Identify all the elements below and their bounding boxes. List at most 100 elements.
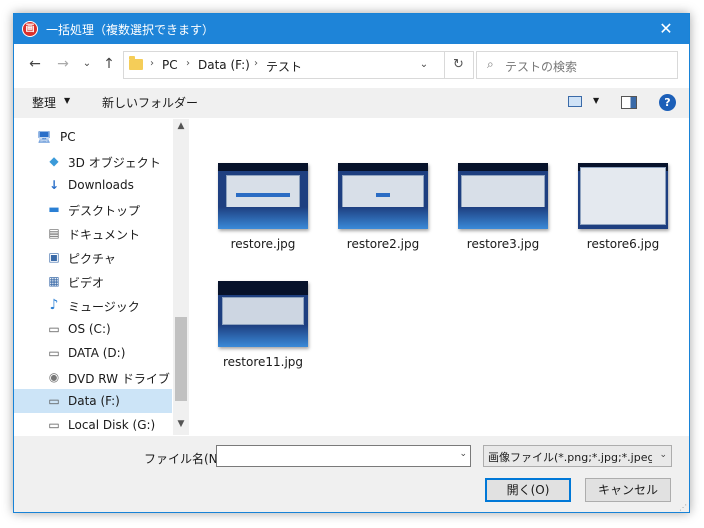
sidebar-item-dvd-e[interactable]: ◉ DVD RW ドライブ (E:) .	[14, 365, 190, 389]
cancel-button[interactable]: キャンセル	[585, 478, 671, 502]
file-open-dialog: 画 一括処理（複数選択できます） ✕ ← → ⌄ ↑ › PC › Data (…	[13, 13, 690, 513]
filename-input[interactable]: ⌄	[216, 445, 471, 467]
file-type-filter-select[interactable]: 画像ファイル(*.png;*.jpg;*.jpeg;*. ⌄	[483, 445, 672, 467]
dvd-drive-icon: ◉	[48, 370, 60, 384]
sidebar-item-videos[interactable]: ▦ ビデオ	[14, 269, 172, 293]
file-name: restore11.jpg	[222, 355, 304, 369]
sidebar-item-downloads[interactable]: ↓ Downloads	[14, 173, 172, 197]
forward-button[interactable]: →	[52, 54, 74, 74]
sidebar-item-desktop[interactable]: ▬ デスクトップ	[14, 197, 172, 221]
sidebar-item-label: ビデオ	[68, 276, 105, 290]
sidebar-item-label: Downloads	[68, 178, 134, 192]
breadcrumb-data-f[interactable]: Data (F:)	[198, 58, 250, 72]
breadcrumb-separator: ›	[186, 58, 190, 69]
view-dropdown-arrow-icon[interactable]: ▼	[593, 96, 599, 105]
3d-objects-icon: ◆	[49, 154, 59, 168]
sidebar-item-pictures[interactable]: ▣ ピクチャ	[14, 245, 172, 269]
sidebar-item-music[interactable]: ♪ ミュージック	[14, 293, 172, 317]
file-item[interactable]: restore6.jpg	[573, 163, 673, 273]
sidebar-item-3d-objects[interactable]: ◆ 3D オブジェクト	[14, 149, 172, 173]
file-name: restore6.jpg	[586, 237, 660, 251]
search-placeholder: テストの検索	[505, 60, 578, 74]
folder-icon	[129, 56, 143, 70]
up-button[interactable]: ↑	[98, 54, 120, 74]
sidebar-item-pc[interactable]: 🖥 PC	[14, 125, 172, 149]
search-box[interactable]: ⌕ テストの検索	[476, 51, 678, 79]
file-list: restore.jpg restore2.jpg restore3.jpg re…	[191, 119, 689, 435]
dropdown-arrow-icon: ▼	[64, 96, 71, 105]
sidebar-item-label: Data (F:)	[68, 394, 120, 408]
file-name: restore2.jpg	[346, 237, 420, 251]
dialog-footer: ファイル名(N): ⌄ 画像ファイル(*.png;*.jpg;*.jpeg;*.…	[14, 436, 689, 512]
document-icon: ▤	[48, 226, 60, 240]
file-item[interactable]: restore11.jpg	[213, 281, 313, 391]
forward-arrow-icon: →	[57, 56, 69, 72]
scroll-down-arrow-icon[interactable]: ▼	[173, 419, 189, 429]
drive-icon: ▭	[48, 394, 60, 408]
resize-grip-icon[interactable]: ⋰	[679, 503, 687, 512]
help-icon[interactable]: ?	[659, 94, 676, 111]
sidebar-item-label: ミュージック	[68, 300, 140, 314]
filename-label: ファイル名(N):	[144, 452, 227, 466]
recent-locations-button[interactable]: ⌄	[76, 54, 98, 74]
preview-pane-icon[interactable]	[621, 96, 637, 109]
scroll-up-arrow-icon[interactable]: ▲	[173, 121, 189, 131]
sidebar-item-label: OS (C:)	[68, 322, 111, 336]
close-button[interactable]: ✕	[643, 14, 689, 44]
scroll-thumb[interactable]	[175, 317, 187, 401]
up-arrow-icon: ↑	[103, 56, 115, 72]
image-thumbnail	[578, 163, 668, 229]
image-thumbnail	[218, 281, 308, 347]
breadcrumb-test[interactable]: テスト	[266, 58, 302, 75]
pictures-icon: ▣	[48, 250, 60, 264]
file-type-filter-value: 画像ファイル(*.png;*.jpg;*.jpeg;*.	[488, 451, 652, 464]
search-icon: ⌕	[487, 57, 494, 71]
image-thumbnail	[218, 163, 308, 229]
navigation-bar: ← → ⌄ ↑ › PC › Data (F:) › テスト ⌄ ↻ ⌕ テスト…	[14, 44, 689, 84]
address-bar[interactable]: › PC › Data (F:) › テスト ⌄	[123, 51, 445, 79]
sidebar-scrollbar[interactable]: ▲ ▼	[173, 119, 189, 435]
image-thumbnail	[338, 163, 428, 229]
sidebar-item-label: ドキュメント	[68, 228, 141, 242]
image-thumbnail	[458, 163, 548, 229]
chevron-down-icon[interactable]: ⌄	[459, 449, 467, 459]
file-name: restore.jpg	[230, 237, 296, 251]
download-arrow-icon: ↓	[48, 178, 60, 192]
os-drive-icon: ▭	[48, 322, 60, 336]
title-bar: 画 一括処理（複数選択できます） ✕	[14, 14, 689, 44]
sidebar-item-documents[interactable]: ▤ ドキュメント	[14, 221, 172, 245]
music-icon: ♪	[49, 297, 59, 313]
sidebar-item-label: DATA (D:)	[68, 346, 126, 360]
chevron-down-icon: ⌄	[659, 450, 667, 460]
drive-icon: ▭	[48, 418, 60, 432]
navigation-pane: 🖥 PC ◆ 3D オブジェクト ↓ Downloads ▬ デスクトップ ▤ …	[14, 119, 190, 435]
address-history-dropdown[interactable]: ⌄	[414, 56, 434, 74]
chevron-down-icon: ⌄	[419, 59, 429, 70]
organize-menu-button[interactable]: 整理	[32, 94, 56, 111]
sidebar-item-local-disk-g[interactable]: ▭ Local Disk (G:)	[14, 413, 172, 435]
sidebar-item-label: デスクトップ	[68, 204, 141, 218]
drive-icon: ▭	[48, 346, 60, 360]
video-icon: ▦	[48, 274, 60, 288]
sidebar-item-data-d[interactable]: ▭ DATA (D:)	[14, 341, 172, 365]
file-item[interactable]: restore3.jpg	[453, 163, 553, 273]
file-item[interactable]: restore.jpg	[213, 163, 313, 273]
sidebar-item-label: Local Disk (G:)	[68, 418, 156, 432]
refresh-button[interactable]: ↻	[444, 51, 474, 79]
view-options-icon[interactable]	[568, 96, 582, 107]
breadcrumb-separator: ›	[150, 58, 154, 69]
breadcrumb-pc[interactable]: PC	[162, 58, 178, 72]
back-button[interactable]: ←	[24, 54, 46, 74]
sidebar-item-label: 3D オブジェクト	[68, 156, 161, 170]
window-title: 一括処理（複数選択できます）	[46, 23, 215, 37]
sidebar-item-data-f[interactable]: ▭ Data (F:)	[14, 389, 172, 413]
sidebar-item-label: ピクチャ	[68, 252, 116, 266]
open-button[interactable]: 開く(O)	[485, 478, 571, 502]
command-toolbar: 整理 ▼ 新しいフォルダー ▼ ?	[14, 88, 689, 118]
refresh-icon: ↻	[453, 57, 464, 72]
computer-icon: 🖥	[36, 130, 52, 144]
new-folder-button[interactable]: 新しいフォルダー	[102, 94, 198, 111]
sidebar-item-os-c[interactable]: ▭ OS (C:)	[14, 317, 172, 341]
file-item[interactable]: restore2.jpg	[333, 163, 433, 273]
sidebar-item-label: DVD RW ドライブ (E:) .	[68, 372, 190, 386]
